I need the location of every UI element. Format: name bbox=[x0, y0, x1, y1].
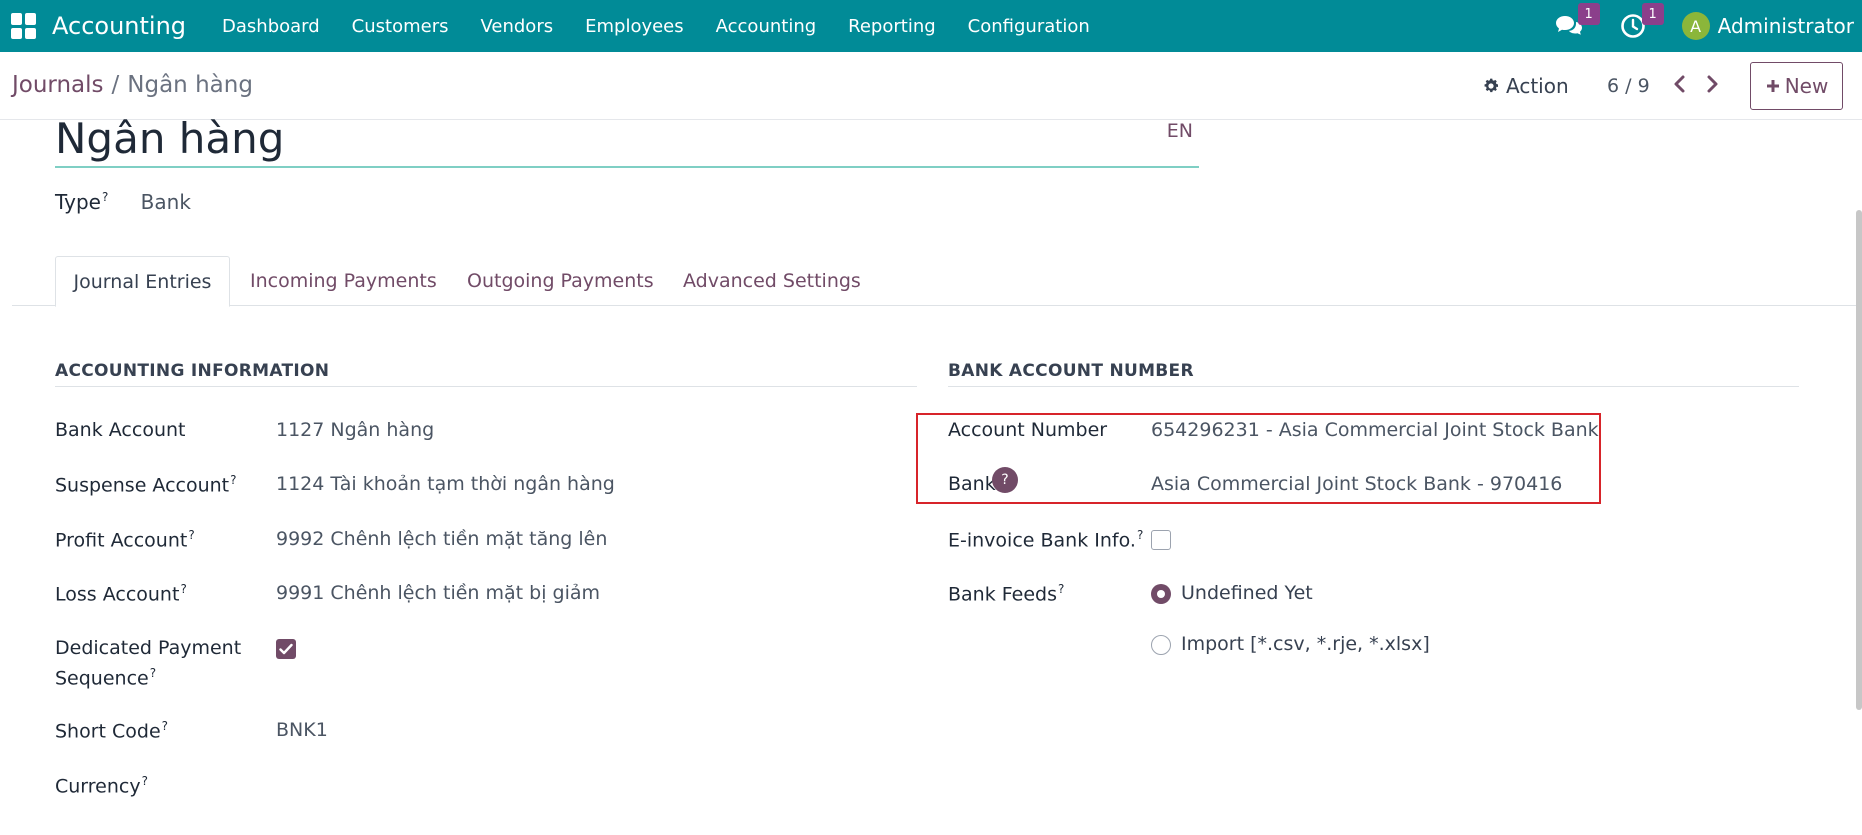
navbar-systray: 1 1 A Administrator bbox=[1554, 0, 1862, 52]
type-value[interactable]: Bank bbox=[141, 190, 191, 214]
tab-outgoing-payments[interactable]: Outgoing Payments bbox=[467, 256, 654, 306]
menu-dashboard[interactable]: Dashboard bbox=[206, 16, 336, 37]
suspense-account-text: Suspense Account bbox=[55, 474, 230, 497]
pager-next-button[interactable] bbox=[1704, 74, 1720, 98]
loss-account-value[interactable]: 9991 Chênh lệch tiền mặt bị giảm bbox=[276, 582, 600, 604]
bank-feeds-import-label[interactable]: Import [*.csv, *.rje, *.xlsx] bbox=[1181, 633, 1430, 655]
messages-button[interactable]: 1 bbox=[1554, 3, 1600, 41]
messages-badge: 1 bbox=[1577, 3, 1600, 25]
bank-account-value[interactable]: 1127 Ngân hàng bbox=[276, 419, 434, 441]
journal-name: Ngân hàng bbox=[55, 114, 285, 163]
short-code-help[interactable]: ? bbox=[162, 719, 168, 733]
einvoice-help[interactable]: ? bbox=[1137, 528, 1143, 542]
control-panel: Journals / Ngân hàng Action 6 / 9 New bbox=[0, 52, 1862, 120]
einvoice-bank-info-label: E-invoice Bank Info.? bbox=[948, 528, 1143, 551]
checkmark-icon bbox=[279, 643, 293, 655]
currency-label: Currency? bbox=[55, 774, 148, 797]
top-navbar: Accounting Dashboard Customers Vendors E… bbox=[0, 0, 1862, 52]
suspense-account-help[interactable]: ? bbox=[230, 473, 236, 487]
type-help[interactable]: ? bbox=[102, 190, 108, 204]
menu-accounting[interactable]: Accounting bbox=[700, 16, 833, 37]
app-title[interactable]: Accounting bbox=[52, 12, 186, 40]
avatar[interactable]: A bbox=[1681, 12, 1710, 40]
short-code-text: Short Code bbox=[55, 720, 161, 743]
plus-icon bbox=[1766, 80, 1779, 92]
einvoice-bank-info-checkbox[interactable] bbox=[1151, 530, 1171, 550]
tab-journal-entries[interactable]: Journal Entries bbox=[55, 256, 230, 307]
breadcrumb-separator: / bbox=[111, 72, 120, 98]
accounting-section-divider bbox=[55, 386, 917, 387]
gear-icon bbox=[1484, 78, 1499, 93]
menu-employees[interactable]: Employees bbox=[569, 16, 700, 37]
dedicated-sequence-label-line1: Dedicated Payment bbox=[55, 637, 242, 659]
journal-name-field[interactable]: Ngân hàng EN bbox=[55, 114, 1199, 168]
bank-feeds-help[interactable]: ? bbox=[1058, 582, 1064, 596]
menu-vendors[interactable]: Vendors bbox=[464, 16, 569, 37]
dedicated-sequence-label-line2: Sequence? bbox=[55, 666, 156, 689]
page-scrollbar[interactable] bbox=[1856, 210, 1862, 710]
bank-feeds-undefined-radio[interactable] bbox=[1151, 584, 1171, 604]
dedicated-sequence-help[interactable]: ? bbox=[150, 666, 156, 680]
breadcrumb: Journals / Ngân hàng bbox=[12, 72, 253, 98]
language-toggle[interactable]: EN bbox=[1167, 120, 1193, 142]
new-label: New bbox=[1784, 74, 1829, 98]
pager-previous-button[interactable] bbox=[1672, 74, 1688, 98]
bank-account-label: Bank Account bbox=[55, 419, 186, 441]
suspense-account-value[interactable]: 1124 Tài khoản tạm thời ngân hàng bbox=[276, 473, 615, 495]
activities-button[interactable]: 1 bbox=[1618, 3, 1664, 41]
chevron-right-icon bbox=[1707, 75, 1718, 93]
bank-feeds-text: Bank Feeds bbox=[948, 583, 1057, 606]
currency-text: Currency bbox=[55, 775, 141, 798]
main-menu: Dashboard Customers Vendors Employees Ac… bbox=[206, 16, 1106, 37]
action-button[interactable]: Action bbox=[1482, 74, 1569, 98]
einvoice-bank-info-text: E-invoice Bank Info. bbox=[948, 529, 1136, 552]
bank-account-number-title: BANK ACCOUNT NUMBER bbox=[948, 361, 1194, 381]
activities-badge: 1 bbox=[1641, 3, 1664, 25]
user-menu[interactable]: Administrator bbox=[1718, 14, 1854, 38]
type-row: Type? Bank bbox=[55, 190, 191, 214]
accounting-information-title: ACCOUNTING INFORMATION bbox=[55, 361, 330, 381]
new-button[interactable]: New bbox=[1750, 62, 1843, 110]
highlight-annotation-box bbox=[916, 413, 1601, 504]
short-code-value[interactable]: BNK1 bbox=[276, 719, 328, 741]
menu-customers[interactable]: Customers bbox=[336, 16, 465, 37]
profit-account-label: Profit Account? bbox=[55, 528, 195, 551]
menu-configuration[interactable]: Configuration bbox=[952, 16, 1106, 37]
bank-feeds-label: Bank Feeds? bbox=[948, 582, 1064, 605]
suspense-account-label: Suspense Account? bbox=[55, 473, 237, 496]
tab-incoming-payments[interactable]: Incoming Payments bbox=[250, 256, 437, 306]
breadcrumb-journals[interactable]: Journals bbox=[12, 72, 104, 98]
profit-account-value[interactable]: 9992 Chênh lệch tiền mặt tăng lên bbox=[276, 528, 607, 550]
apps-menu-icon[interactable] bbox=[11, 13, 37, 39]
chevron-left-icon bbox=[1674, 75, 1685, 93]
action-label: Action bbox=[1506, 74, 1569, 98]
dedicated-sequence-text: Sequence bbox=[55, 667, 149, 690]
breadcrumb-current: Ngân hàng bbox=[127, 72, 253, 98]
pager-value[interactable]: 6 / 9 bbox=[1607, 75, 1650, 97]
bank-feeds-undefined-label[interactable]: Undefined Yet bbox=[1181, 582, 1313, 604]
loss-account-text: Loss Account bbox=[55, 583, 180, 606]
loss-account-label: Loss Account? bbox=[55, 582, 187, 605]
short-code-label: Short Code? bbox=[55, 719, 168, 742]
bank-section-divider bbox=[948, 386, 1799, 387]
menu-reporting[interactable]: Reporting bbox=[832, 16, 952, 37]
tab-advanced-settings[interactable]: Advanced Settings bbox=[683, 256, 861, 306]
profit-account-help[interactable]: ? bbox=[188, 528, 194, 542]
loss-account-help[interactable]: ? bbox=[180, 582, 186, 596]
profit-account-text: Profit Account bbox=[55, 529, 188, 552]
currency-help[interactable]: ? bbox=[142, 774, 148, 788]
dedicated-sequence-checkbox[interactable] bbox=[276, 639, 296, 659]
type-label: Type bbox=[55, 190, 101, 214]
bank-feeds-import-radio[interactable] bbox=[1151, 635, 1171, 655]
